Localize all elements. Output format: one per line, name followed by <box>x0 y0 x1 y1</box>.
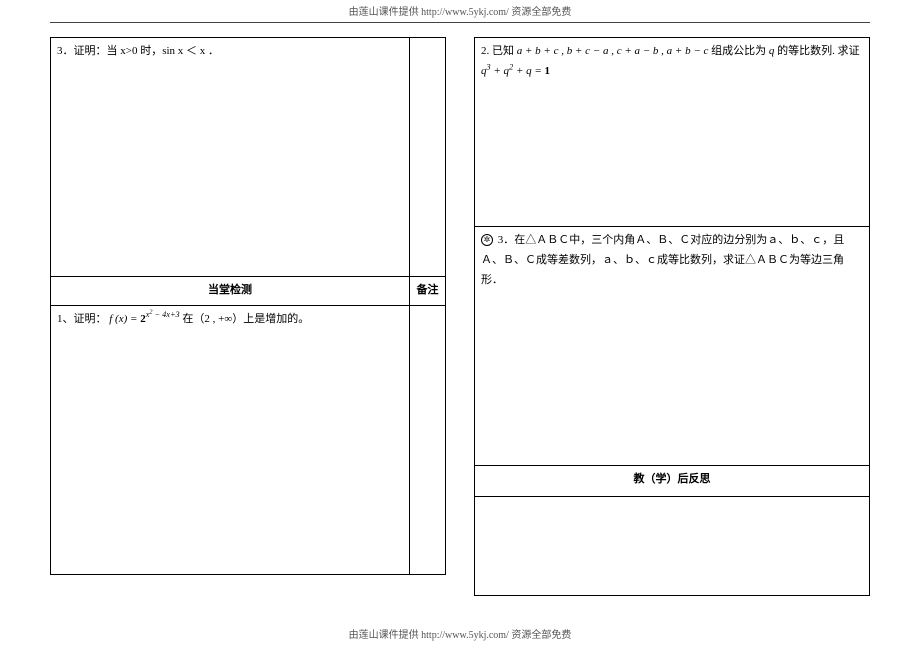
sun-icon: ✲ <box>481 234 493 246</box>
right-problem2-line2: q3 + q2 + q = 1 <box>481 62 863 82</box>
right-table: 2. 已知 a + b + c , b + c − a , c + a − b … <box>474 37 870 596</box>
content-area: 3．证明：当 x>0 时，sin x ＜ x ． 当堂检测 备注 1、证明： f… <box>50 37 870 596</box>
right-reflection-body-cell <box>475 497 870 596</box>
right-problem2-cell: 2. 已知 a + b + c , b + c − a , c + a − b … <box>475 38 870 227</box>
right-reflection-label-text: 教（学）后反思 <box>634 473 711 485</box>
left-table: 3．证明：当 x>0 时，sin x ＜ x ． 当堂检测 备注 1、证明： f… <box>50 37 446 575</box>
left-column: 3．证明：当 x>0 时，sin x ＜ x ． 当堂检测 备注 1、证明： f… <box>50 37 446 596</box>
page-header: 由莲山课件提供 http://www.5ykj.com/ 资源全部免费 <box>50 0 870 23</box>
left-problem1-prefix: 1、证明： <box>57 313 107 325</box>
left-problem3-cell: 3．证明：当 x>0 时，sin x ＜ x ． <box>51 38 410 277</box>
left-problem1-suffix: 在（2 , +∞）上是增加的。 <box>182 313 309 325</box>
left-note-label-text: 备注 <box>417 284 439 296</box>
left-problem3-note-cell <box>410 38 446 277</box>
page-footer: 由莲山课件提供 http://www.5ykj.com/ 资源全部免费 <box>50 623 870 645</box>
right-problem3-text: 3．在△ＡＢＣ中，三个内角Ａ、Ｂ、Ｃ对应的边分别为ａ、ｂ、ｃ，且Ａ、Ｂ、Ｃ成等差… <box>481 234 844 286</box>
right-column: 2. 已知 a + b + c , b + c − a , c + a − b … <box>474 37 870 596</box>
left-section-label-cell: 当堂检测 <box>51 277 410 306</box>
left-problem1-cell: 1、证明： f (x) = 2x2 − 4x+3 在（2 , +∞）上是增加的。 <box>51 306 410 575</box>
header-text: 由莲山课件提供 http://www.5ykj.com/ 资源全部免费 <box>349 7 572 18</box>
left-section-label-text: 当堂检测 <box>208 284 252 296</box>
left-problem3-text: 3．证明：当 x>0 时，sin x ＜ x ． <box>57 45 219 57</box>
left-note-label-cell: 备注 <box>410 277 446 306</box>
left-problem1-note-cell <box>410 306 446 575</box>
left-problem1-math: f (x) = 2x2 − 4x+3 <box>109 313 182 325</box>
footer-text: 由莲山课件提供 http://www.5ykj.com/ 资源全部免费 <box>349 630 572 641</box>
right-problem2-line1: 2. 已知 a + b + c , b + c − a , c + a − b … <box>481 42 863 62</box>
right-reflection-label-cell: 教（学）后反思 <box>475 466 870 497</box>
right-problem3-cell: ✲ 3．在△ＡＢＣ中，三个内角Ａ、Ｂ、Ｃ对应的边分别为ａ、ｂ、ｃ，且Ａ、Ｂ、Ｃ成… <box>475 227 870 466</box>
